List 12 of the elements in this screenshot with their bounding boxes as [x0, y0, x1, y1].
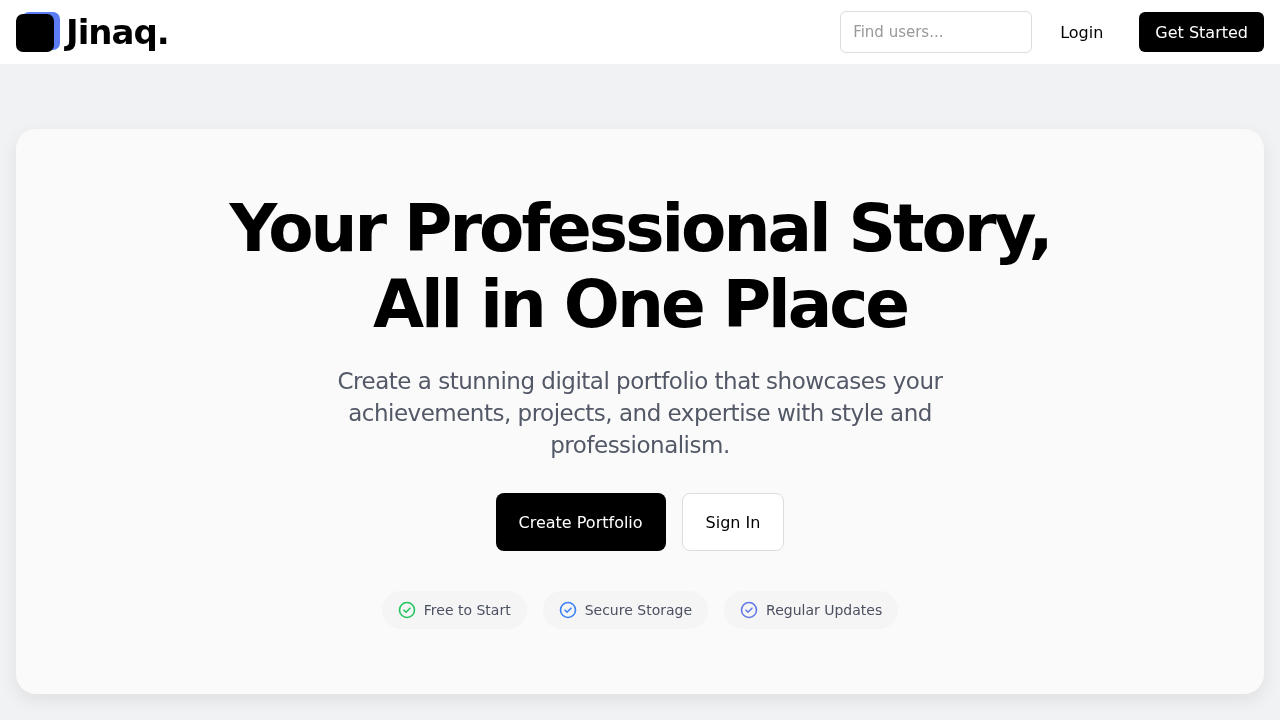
feature-label: Regular Updates [766, 602, 883, 618]
logo-icon [16, 12, 60, 52]
login-link[interactable]: Login [1052, 14, 1112, 50]
feature-label: Free to Start [423, 602, 511, 618]
hero-subtitle: Create a stunning digital portfolio that showcases your achievements, projects, and expertise with style and professionalism. [336, 367, 944, 460]
logo-text: Jinaq. [66, 12, 169, 52]
hero-title: Your Professional Story, All in One Place [229, 191, 1051, 343]
sign-in-button[interactable]: Sign In [681, 493, 785, 551]
feature-label: Secure Storage [584, 602, 693, 618]
get-started-button[interactable]: Get Started [1139, 12, 1264, 52]
create-portfolio-button[interactable]: Create Portfolio [495, 493, 666, 551]
search-field[interactable]: Find users... [840, 11, 1033, 53]
